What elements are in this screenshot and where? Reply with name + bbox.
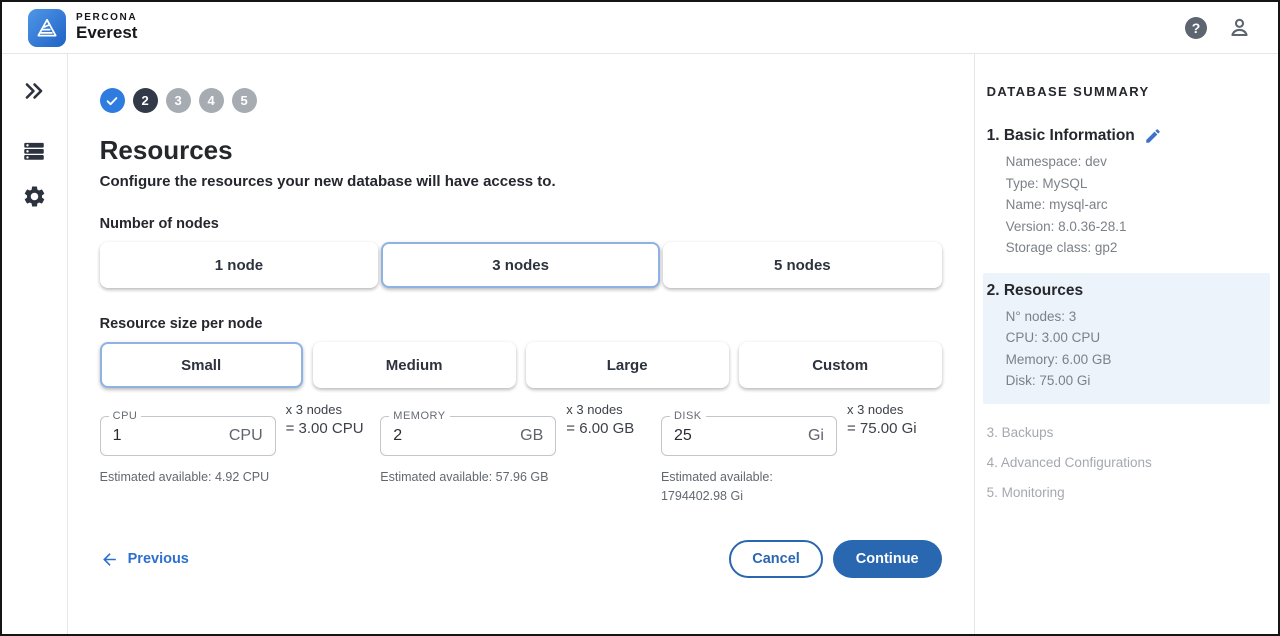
disk-input-label: DISK xyxy=(670,410,706,422)
toggle-5-nodes[interactable]: 5 nodes xyxy=(663,242,942,288)
cpu-unit: CPU xyxy=(229,427,263,445)
summary-item-nodes: N° nodes: 3 xyxy=(1006,306,1264,328)
edit-pencil-icon[interactable] xyxy=(1144,127,1162,145)
percona-everest-logo-icon[interactable] xyxy=(28,9,66,47)
cpu-input-label: CPU xyxy=(109,410,142,422)
summary-item-name: Name: mysql-arc xyxy=(1006,194,1264,216)
disk-input-box: DISK Gi xyxy=(661,416,837,456)
app-header: PERCONA Everest ? xyxy=(2,2,1278,54)
check-icon xyxy=(105,94,119,108)
summary-step-monitoring: 5. Monitoring xyxy=(987,482,1264,504)
disk-total: = 75.00 Gi xyxy=(847,420,917,437)
disk-field-group: DISK Gi Estimated available: 1794402.98 … xyxy=(661,416,942,506)
summary-item-cpu: CPU: 3.00 CPU xyxy=(1006,327,1264,349)
database-summary-panel: DATABASE SUMMARY 1. Basic Information Na… xyxy=(974,54,1278,634)
resource-size-label: Resource size per node xyxy=(100,316,942,332)
page-title: Resources xyxy=(100,135,942,166)
summary-step-advanced-configurations: 4. Advanced Configurations xyxy=(987,452,1264,474)
arrow-left-icon xyxy=(100,550,119,569)
memory-input-label: MEMORY xyxy=(389,410,449,422)
step-4: 4 xyxy=(199,88,224,113)
size-toggle-group: Small Medium Large Custom xyxy=(100,342,942,388)
wizard-footer: Previous Cancel Continue xyxy=(100,540,942,578)
memory-unit: GB xyxy=(520,427,543,445)
brand-text: PERCONA Everest xyxy=(76,12,137,43)
cpu-input-box: CPU CPU xyxy=(100,416,276,456)
step-5: 5 xyxy=(232,88,257,113)
summary-upcoming-steps: 3. Backups 4. Advanced Configurations 5.… xyxy=(987,422,1264,504)
memory-total: = 6.00 GB xyxy=(566,420,634,437)
memory-multiplier: x 3 nodes xyxy=(566,402,634,417)
expand-sidebar-icon[interactable] xyxy=(21,78,47,104)
step-3: 3 xyxy=(166,88,191,113)
memory-input-box: MEMORY GB xyxy=(380,416,556,456)
number-of-nodes-label: Number of nodes xyxy=(100,216,942,232)
page-subtitle: Configure the resources your new databas… xyxy=(100,173,942,190)
cpu-input[interactable] xyxy=(113,427,223,445)
main-content: 2 3 4 5 Resources Configure the resource… xyxy=(68,54,974,634)
databases-nav-icon[interactable] xyxy=(21,138,47,164)
memory-field-group: MEMORY GB Estimated available: 57.96 GB … xyxy=(380,416,661,506)
cpu-field-group: CPU CPU Estimated available: 4.92 CPU x … xyxy=(100,416,381,506)
settings-gear-icon[interactable] xyxy=(22,184,47,209)
summary-item-storage-class: Storage class: gp2 xyxy=(1006,237,1264,259)
previous-label: Previous xyxy=(128,551,189,567)
summary-item-memory: Memory: 6.00 GB xyxy=(1006,349,1264,371)
toggle-custom[interactable]: Custom xyxy=(739,342,942,388)
brand-percona: PERCONA xyxy=(76,12,137,23)
cpu-estimated-available: Estimated available: 4.92 CPU xyxy=(100,468,272,487)
resource-fields-row: CPU CPU Estimated available: 4.92 CPU x … xyxy=(100,416,942,506)
user-account-icon[interactable] xyxy=(1227,15,1252,40)
memory-estimated-available: Estimated available: 57.96 GB xyxy=(380,468,552,487)
disk-estimated-available: Estimated available: 1794402.98 Gi xyxy=(661,468,833,506)
disk-input[interactable] xyxy=(674,427,802,445)
help-icon[interactable]: ? xyxy=(1185,17,1207,39)
summary-item-namespace: Namespace: dev xyxy=(1006,151,1264,173)
disk-unit: Gi xyxy=(808,427,824,445)
summary-title: DATABASE SUMMARY xyxy=(987,84,1264,99)
toggle-1-node[interactable]: 1 node xyxy=(100,242,379,288)
cancel-button[interactable]: Cancel xyxy=(729,540,823,578)
summary-section-basic-information: 1. Basic Information Namespace: dev Type… xyxy=(987,127,1264,259)
nav-rail xyxy=(2,54,68,634)
summary-step-backups: 3. Backups xyxy=(987,422,1264,444)
toggle-medium[interactable]: Medium xyxy=(313,342,516,388)
summary-item-version: Version: 8.0.36-28.1 xyxy=(1006,216,1264,238)
previous-button[interactable]: Previous xyxy=(100,550,189,569)
brand-everest: Everest xyxy=(76,24,137,43)
cpu-multiplier: x 3 nodes xyxy=(286,402,364,417)
continue-button[interactable]: Continue xyxy=(833,540,942,578)
wizard-stepper: 2 3 4 5 xyxy=(100,88,942,113)
step-2-active: 2 xyxy=(133,88,158,113)
memory-input[interactable] xyxy=(393,427,514,445)
resources-heading: 2. Resources xyxy=(987,282,1084,300)
cpu-total: = 3.00 CPU xyxy=(286,420,364,437)
summary-item-disk: Disk: 75.00 Gi xyxy=(1006,370,1264,392)
step-1-complete xyxy=(100,88,125,113)
nodes-toggle-group: 1 node 3 nodes 5 nodes xyxy=(100,242,942,288)
basic-information-heading: 1. Basic Information xyxy=(987,127,1135,145)
toggle-large[interactable]: Large xyxy=(526,342,729,388)
toggle-3-nodes[interactable]: 3 nodes xyxy=(381,242,660,288)
summary-item-type: Type: MySQL xyxy=(1006,173,1264,195)
toggle-small[interactable]: Small xyxy=(100,342,303,388)
disk-multiplier: x 3 nodes xyxy=(847,402,917,417)
summary-section-resources: 2. Resources N° nodes: 3 CPU: 3.00 CPU M… xyxy=(983,273,1270,404)
